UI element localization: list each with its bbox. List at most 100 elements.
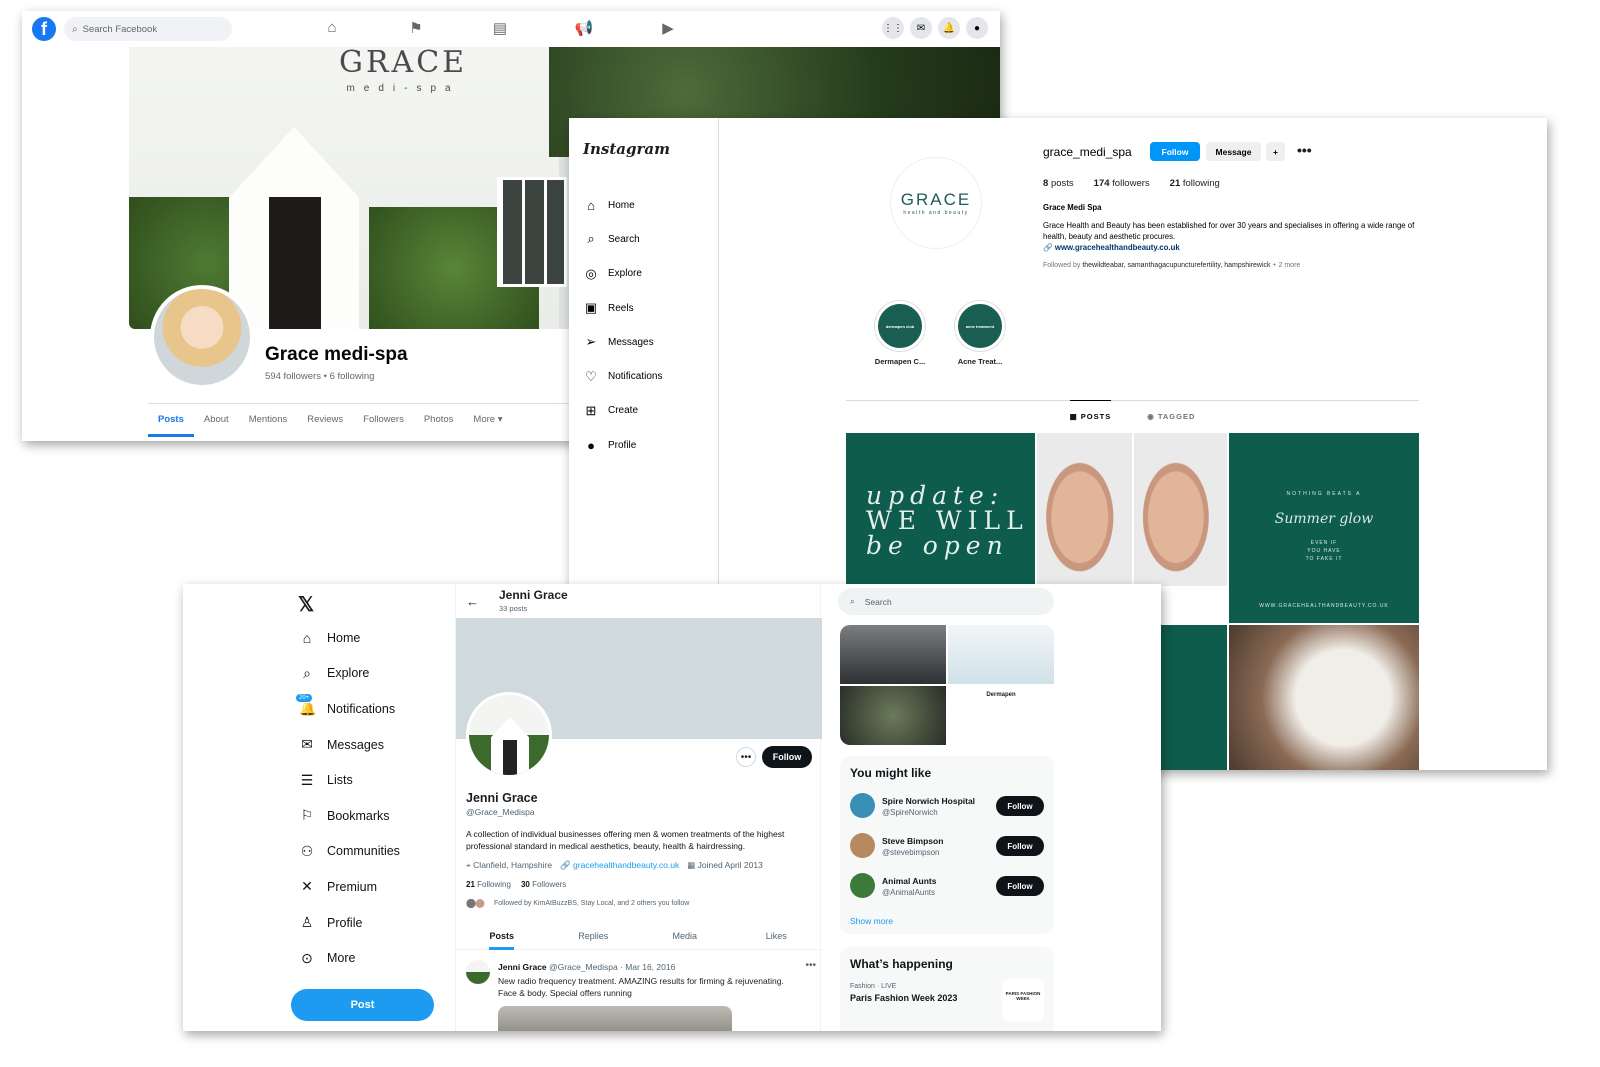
message-button[interactable]: Message: [1206, 142, 1261, 161]
tab-replies[interactable]: Replies: [548, 922, 640, 949]
sidebar-item-search[interactable]: ⌕ Search: [583, 222, 662, 256]
tab-tagged[interactable]: ◉ TAGGED: [1147, 401, 1195, 421]
post-face-2[interactable]: [1134, 433, 1227, 586]
tab-followers[interactable]: Followers: [353, 404, 414, 437]
follow-button[interactable]: Follow: [996, 796, 1044, 816]
avatar[interactable]: [850, 873, 875, 898]
followers-count[interactable]: 174 followers: [1094, 178, 1150, 189]
menu-grid-icon[interactable]: ⋮⋮: [882, 17, 904, 39]
facebook-profile-picture[interactable]: [150, 285, 254, 389]
tweet-image[interactable]: [498, 1006, 732, 1031]
sidebar-item-lists[interactable]: ☰ Lists: [299, 762, 400, 798]
chart-icon[interactable]: ▤: [490, 19, 510, 39]
follow-button[interactable]: Follow: [996, 876, 1044, 896]
sidebar-item-bookmarks[interactable]: ⚐ Bookmarks: [299, 798, 400, 834]
sidebar-item-notifications[interactable]: ♡ Notifications: [583, 359, 662, 393]
tab-more[interactable]: More ▾: [463, 404, 512, 437]
follow-button[interactable]: Follow: [996, 836, 1044, 856]
facebook-search-input[interactable]: ⌕ Search Facebook: [64, 17, 232, 41]
media-thumb[interactable]: [948, 625, 1054, 684]
media-thumb[interactable]: [840, 625, 946, 684]
facebook-account-controls: ⋮⋮ ✉ 🔔 ●: [882, 17, 988, 39]
sidebar-item-premium[interactable]: ✕ Premium: [299, 869, 400, 905]
follow-button[interactable]: Follow: [762, 746, 812, 768]
tab-about[interactable]: About: [194, 404, 239, 437]
media-preview[interactable]: Dermapen: [840, 625, 1054, 745]
highlight-label: Acne Treat...: [957, 357, 1003, 366]
sidebar-item-more[interactable]: ⊙ More: [299, 940, 400, 976]
media-thumb[interactable]: Dermapen: [948, 686, 1054, 745]
profile-handle: @Grace_Medispa: [466, 807, 535, 817]
tab-photos[interactable]: Photos: [414, 404, 464, 437]
bio-link[interactable]: 🔗 www.gracehealthandbeauty.co.uk: [1043, 242, 1423, 253]
profile-logo-title: GRACE: [900, 190, 972, 209]
post-text-line: be open: [866, 531, 1009, 560]
sidebar-item-create[interactable]: ⊞ Create: [583, 394, 662, 428]
facebook-page-stats[interactable]: 594 followers • 6 following: [265, 371, 374, 382]
instagram-profile-picture[interactable]: GRACE health and beauty: [890, 157, 982, 249]
post-summer-glow[interactable]: NOTHING BEATS A Summer glow EVEN IF YOU …: [1229, 433, 1419, 623]
tweet-avatar[interactable]: [466, 960, 490, 984]
flag-icon[interactable]: ⚑: [406, 19, 426, 39]
trend-item[interactable]: Fashion · LIVE Paris Fashion Week 2023 P…: [840, 979, 1054, 1021]
post-face-1[interactable]: [1037, 433, 1132, 586]
people-icon: ⚇: [300, 842, 314, 859]
messenger-icon[interactable]: ✉: [910, 17, 932, 39]
highlight-acne[interactable]: acne treatment Acne Treat...: [950, 301, 1010, 366]
sidebar-item-communities[interactable]: ⚇ Communities: [299, 834, 400, 870]
search-input[interactable]: ⌕ Search: [838, 588, 1054, 615]
followers-count[interactable]: 30 Followers: [521, 880, 566, 889]
media-thumb[interactable]: [840, 686, 946, 745]
sidebar-item-home[interactable]: ⌂ Home: [583, 188, 662, 222]
tab-mentions[interactable]: Mentions: [239, 404, 298, 437]
post-button[interactable]: Post: [291, 989, 434, 1021]
sidebar-item-notifications[interactable]: 🔔 20+ Notifications: [295, 691, 400, 727]
sidebar-item-explore[interactable]: ◎ Explore: [583, 257, 662, 291]
followed-by[interactable]: Followed by thewildteabar, samanthagacup…: [1043, 260, 1423, 271]
suggestion-item[interactable]: Spire Norwich Hospital @SpireNorwich Fol…: [840, 788, 1054, 828]
post-text: WWW.GRACEHEALTHANDBEAUTY.CO.UK: [1259, 603, 1389, 609]
avatar[interactable]: [850, 793, 875, 818]
sidebar-item-reels[interactable]: ▣ Reels: [583, 291, 662, 325]
who-to-follow: You might like Spire Norwich Hospital @S…: [840, 756, 1054, 934]
suggestion-item[interactable]: Steve Bimpson @stevebimpson Follow: [840, 828, 1054, 868]
following-count[interactable]: 21 following: [1170, 178, 1220, 189]
following-count[interactable]: 21 Following: [466, 880, 511, 889]
sidebar-item-profile[interactable]: ● Profile: [583, 428, 662, 462]
sidebar-item-profile[interactable]: ♙ Profile: [299, 905, 400, 941]
account-icon[interactable]: ●: [966, 17, 988, 39]
suggestion-item[interactable]: Animal Aunts @AnimalAunts Follow: [840, 868, 1054, 908]
website-link[interactable]: 🔗 gracehealthandbeauty.co.uk: [560, 860, 679, 871]
add-user-button[interactable]: +: [1266, 142, 1285, 161]
follow-button[interactable]: Follow: [1150, 142, 1200, 161]
avatar[interactable]: [850, 833, 875, 858]
instagram-logo[interactable]: Instagram: [583, 140, 670, 158]
tab-posts[interactable]: Posts: [456, 922, 548, 950]
sidebar-item-home[interactable]: ⌂ Home: [299, 620, 400, 656]
show-more-link[interactable]: Show more: [840, 908, 1054, 926]
sidebar-item-messages[interactable]: ➢ Messages: [583, 325, 662, 359]
back-arrow-icon[interactable]: ←: [466, 594, 479, 609]
tab-likes[interactable]: Likes: [731, 922, 823, 949]
sidebar-item-messages[interactable]: ✉ Messages: [299, 727, 400, 763]
more-options-icon[interactable]: •••: [736, 747, 756, 767]
followed-by[interactable]: Followed by KimAtBuzzBS, Stay Local, and…: [466, 898, 689, 909]
tab-media[interactable]: Media: [639, 922, 731, 949]
video-icon[interactable]: ▶: [658, 19, 678, 39]
facebook-logo[interactable]: f: [32, 17, 56, 41]
post-update[interactable]: update: WE WILL be open: [846, 433, 1035, 586]
tab-posts[interactable]: ▦ POSTS: [1069, 400, 1112, 421]
bell-icon[interactable]: 🔔: [938, 17, 960, 39]
post-brochure[interactable]: [1229, 625, 1419, 770]
highlight-dermapen[interactable]: dermapen club Dermapen C...: [870, 301, 930, 366]
tab-posts[interactable]: Posts: [148, 404, 194, 437]
profile-avatar[interactable]: [466, 692, 552, 778]
heart-icon: ♡: [585, 368, 597, 384]
home-icon[interactable]: ⌂: [322, 19, 342, 39]
x-logo[interactable]: 𝕏: [298, 592, 314, 617]
tab-reviews[interactable]: Reviews: [297, 404, 353, 437]
more-options-icon[interactable]: •••: [1297, 142, 1312, 158]
sidebar-item-explore[interactable]: ⌕ Explore: [299, 656, 400, 692]
more-options-icon[interactable]: •••: [805, 960, 816, 971]
megaphone-icon[interactable]: 📢: [574, 19, 594, 39]
